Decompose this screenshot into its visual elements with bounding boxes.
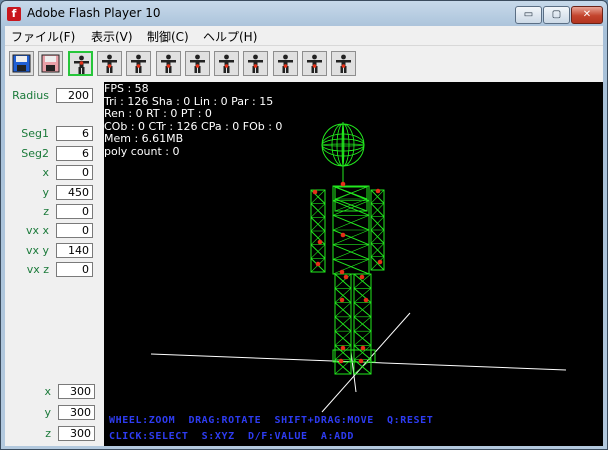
joint-marker xyxy=(343,274,349,280)
toolbar-button-pose-2[interactable] xyxy=(96,51,122,76)
camera-x-label: x xyxy=(44,385,51,398)
stats-overlay: FPS : 58 Tri : 126 Sha : 0 Lin : 0 Par :… xyxy=(104,82,282,158)
parameter-panel: Radius 200 Seg1 6 Seg2 6 x 0 y 450 z 0 v… xyxy=(5,81,104,446)
joint-marker xyxy=(317,239,323,245)
flash-stage: Radius 200 Seg1 6 Seg2 6 x 0 y 450 z 0 v… xyxy=(5,46,603,446)
radius-label: Radius xyxy=(12,89,49,102)
vx-z-field[interactable]: 0 xyxy=(56,262,93,277)
wireframe-figure[interactable] xyxy=(310,122,385,375)
joint-marker xyxy=(312,189,318,195)
stats-line: Ren : 0 RT : 0 PT : 0 xyxy=(104,107,212,120)
figure-icon xyxy=(160,54,176,73)
app-window: f Adobe Flash Player 10 ▭ ▢ ✕ ファイル(F) 表示… xyxy=(0,0,608,450)
radius-field[interactable]: 200 xyxy=(56,88,93,103)
vx-x-field[interactable]: 0 xyxy=(56,223,93,238)
toolbar-button-pose-1[interactable] xyxy=(67,51,93,76)
joint-marker xyxy=(338,358,344,364)
toolbar-button-pose-7[interactable] xyxy=(243,51,269,76)
vx-x-label: vx x xyxy=(25,224,49,237)
z-field[interactable]: 0 xyxy=(56,204,93,219)
toolbar-button-save-blue[interactable] xyxy=(9,51,34,76)
vx-z-label: vx z xyxy=(26,263,49,276)
controls-hint-line-1: WHEEL:ZOOM DRAG:ROTATE SHIFT+DRAG:MOVE Q… xyxy=(109,415,434,426)
joint-marker xyxy=(340,345,346,351)
menu-view[interactable]: 表示(V) xyxy=(91,28,133,45)
camera-z-label: z xyxy=(45,427,51,440)
joint-marker xyxy=(363,297,369,303)
figure-icon xyxy=(101,54,117,73)
toolbar-button-pose-3[interactable] xyxy=(126,51,152,76)
toolbar-button-pose-10[interactable] xyxy=(331,51,357,76)
vx-y-label: vx y xyxy=(25,244,49,257)
seg2-field[interactable]: 6 xyxy=(56,146,93,161)
stats-line: Mem : 6.61MB xyxy=(104,132,184,145)
joint-marker xyxy=(360,345,366,351)
z-label: z xyxy=(43,205,49,218)
title-bar[interactable]: f Adobe Flash Player 10 ▭ ▢ ✕ xyxy=(1,1,607,27)
menu-help[interactable]: ヘルプ(H) xyxy=(203,28,257,45)
toolbar-button-pose-9[interactable] xyxy=(302,51,327,76)
joint-marker xyxy=(315,261,321,267)
toolbar xyxy=(5,46,603,81)
figure-icon xyxy=(131,54,147,73)
figure-icon xyxy=(248,54,264,73)
stats-line: poly count : 0 xyxy=(104,144,180,158)
controls-hint-line-2: CLICK:SELECT S:XYZ D/F:VALUE A:ADD xyxy=(109,431,354,442)
y-label: y xyxy=(42,186,49,199)
3d-viewport[interactable]: FPS : 58 Tri : 126 Sha : 0 Lin : 0 Par :… xyxy=(104,82,603,446)
camera-x-field[interactable]: 300 xyxy=(58,384,95,399)
menu-control[interactable]: 制御(C) xyxy=(147,28,189,45)
toolbar-button-pose-4[interactable] xyxy=(155,51,181,76)
y-field[interactable]: 450 xyxy=(56,185,93,200)
joint-marker xyxy=(358,358,364,364)
joint-marker xyxy=(359,274,365,280)
joint-marker xyxy=(377,259,383,265)
seg2-label: Seg2 xyxy=(21,147,49,160)
toolbar-button-pose-5[interactable] xyxy=(184,51,210,76)
joint-marker xyxy=(339,269,345,275)
x-label: x xyxy=(42,166,49,179)
minimize-button[interactable]: ▭ xyxy=(515,6,542,24)
window-title: Adobe Flash Player 10 xyxy=(27,6,161,20)
seg1-field[interactable]: 6 xyxy=(56,126,93,141)
maximize-button[interactable]: ▢ xyxy=(543,6,570,24)
camera-z-field[interactable]: 300 xyxy=(58,426,95,441)
menu-file[interactable]: ファイル(F) xyxy=(11,28,75,45)
floppy-icon xyxy=(41,54,60,73)
figure-icon xyxy=(336,54,352,73)
stats-line: FPS : 58 xyxy=(104,82,149,95)
toolbar-button-pose-8[interactable] xyxy=(272,51,298,76)
camera-y-field[interactable]: 300 xyxy=(58,405,95,420)
joint-marker xyxy=(375,188,381,194)
joint-marker xyxy=(340,181,346,187)
figure-icon xyxy=(277,54,293,73)
figure-icon xyxy=(219,54,235,73)
figure-icon xyxy=(189,54,205,73)
x-field[interactable]: 0 xyxy=(56,165,93,180)
flash-player-icon: f xyxy=(7,7,21,21)
figure-icon xyxy=(73,55,89,74)
seg1-label: Seg1 xyxy=(21,127,49,140)
joint-marker xyxy=(340,232,346,238)
floppy-icon xyxy=(12,54,31,73)
joint-marker xyxy=(339,297,345,303)
vx-y-field[interactable]: 140 xyxy=(56,243,93,258)
close-button[interactable]: ✕ xyxy=(571,6,603,24)
toolbar-button-pose-6[interactable] xyxy=(214,51,240,76)
figure-icon xyxy=(307,54,322,73)
camera-y-label: y xyxy=(44,406,51,419)
menu-bar: ファイル(F) 表示(V) 制御(C) ヘルプ(H) xyxy=(5,26,603,46)
toolbar-button-save-pink[interactable] xyxy=(38,51,64,76)
